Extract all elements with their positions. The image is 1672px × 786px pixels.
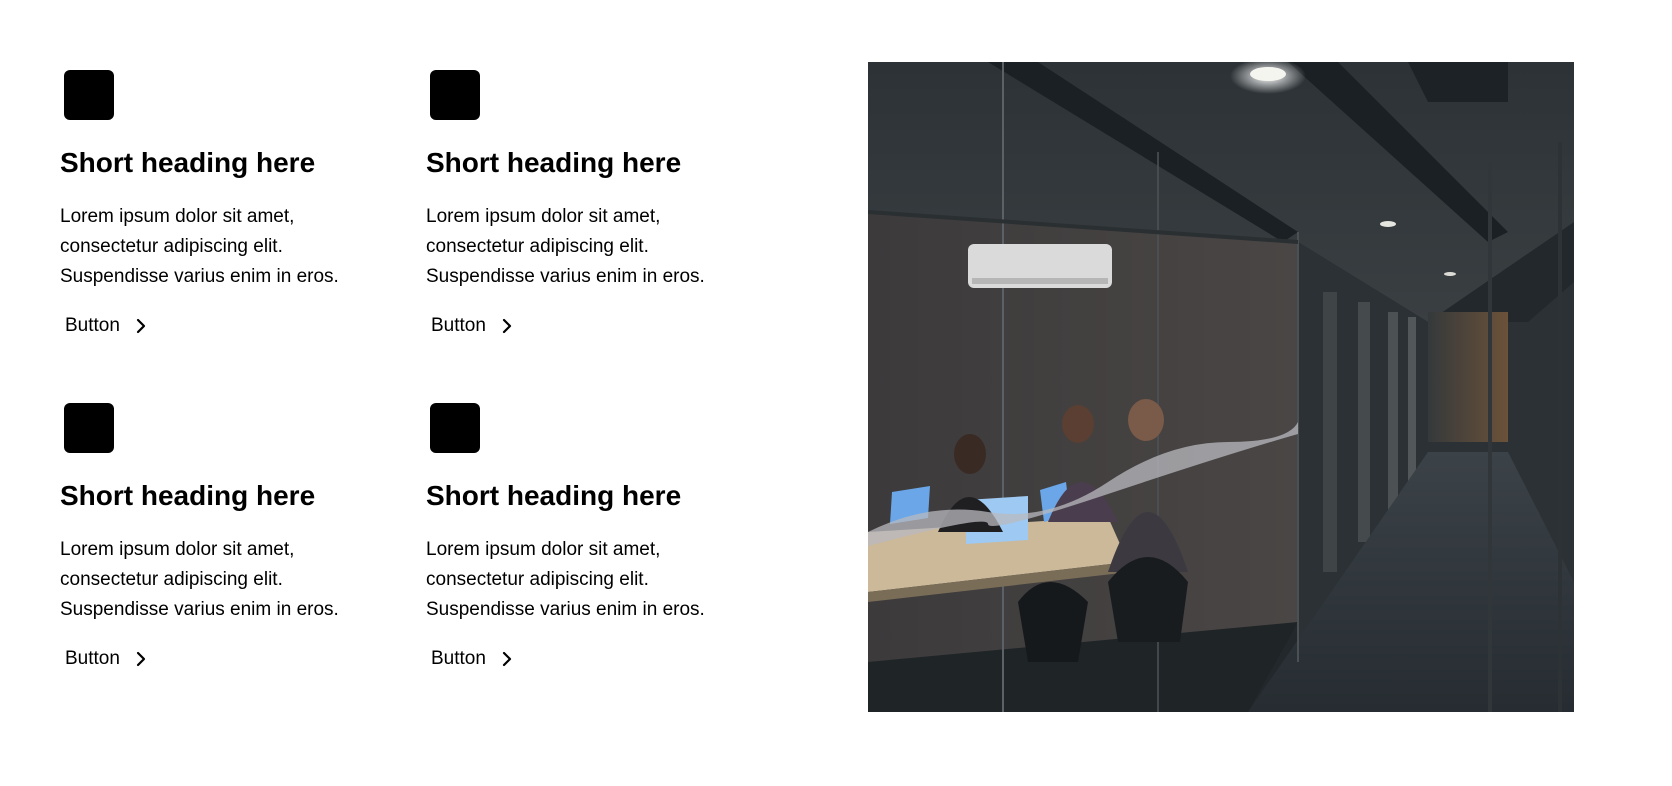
feature-description: Lorem ipsum dolor sit amet, consectetur … — [60, 539, 339, 620]
chevron-right-icon — [502, 651, 512, 667]
feature-heading: Short heading here — [60, 480, 316, 511]
feature-heading: Short heading here — [60, 147, 316, 178]
feature-button[interactable]: Button — [65, 646, 149, 672]
placeholder-square-icon — [64, 403, 114, 453]
office-photo-illustration — [868, 62, 1574, 712]
chevron-right-icon — [136, 318, 146, 334]
feature-button-label: Button — [431, 315, 486, 336]
feature-description: Lorem ipsum dolor sit amet, consectetur … — [60, 206, 339, 287]
feature-heading: Short heading here — [426, 480, 682, 511]
chevron-right-icon — [136, 651, 146, 667]
feature-button[interactable]: Button — [431, 646, 515, 672]
feature-button-label: Button — [65, 648, 120, 669]
feature-description: Lorem ipsum dolor sit amet, consectetur … — [426, 539, 705, 620]
chevron-right-icon — [502, 318, 512, 334]
feature-button[interactable]: Button — [431, 313, 515, 339]
feature-description: Lorem ipsum dolor sit amet, consectetur … — [426, 206, 705, 287]
feature-heading: Short heading here — [426, 147, 682, 178]
feature-button-label: Button — [431, 648, 486, 669]
feature-button-label: Button — [65, 315, 120, 336]
placeholder-square-icon — [430, 70, 480, 120]
feature-button[interactable]: Button — [65, 313, 149, 339]
office-meeting-room-photo — [868, 62, 1574, 712]
placeholder-square-icon — [64, 70, 114, 120]
placeholder-square-icon — [430, 403, 480, 453]
